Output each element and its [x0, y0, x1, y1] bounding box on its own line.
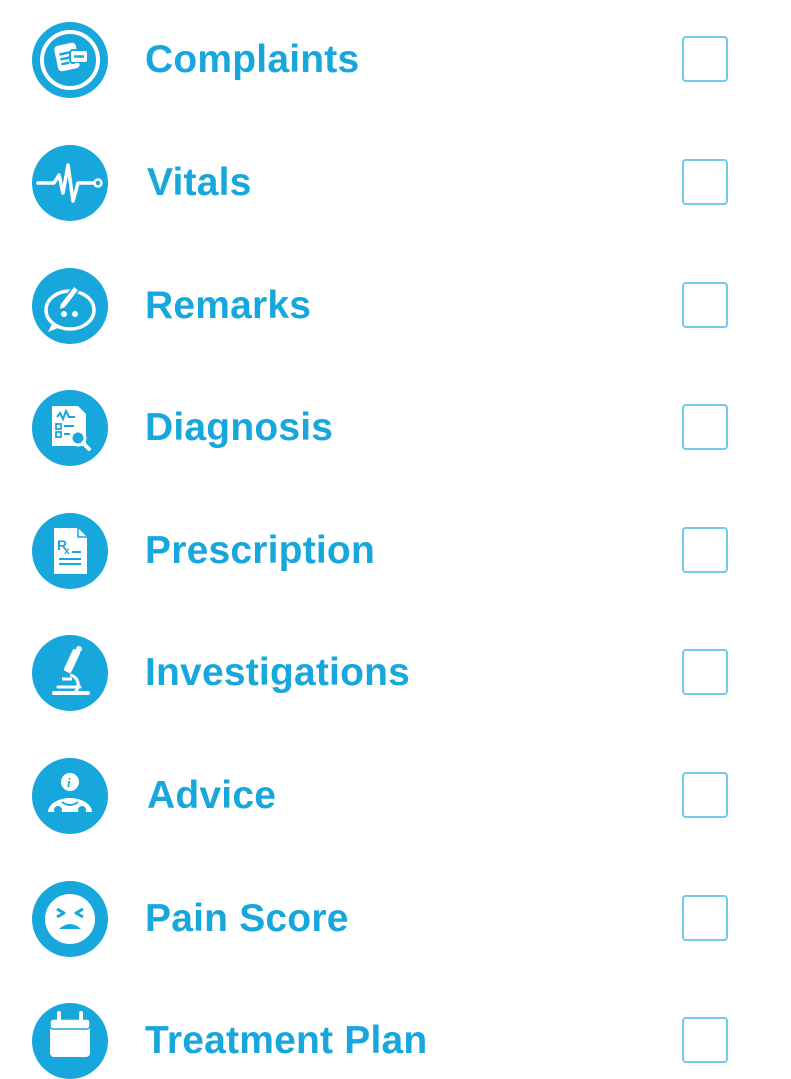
microscope-icon — [32, 635, 108, 711]
item-label: Prescription — [145, 529, 375, 572]
prescription-rx-icon: R x — [32, 513, 108, 589]
item-label: Investigations — [145, 651, 411, 694]
diagnosis-checkbox[interactable] — [682, 404, 728, 450]
item-label: Vitals — [147, 161, 252, 204]
item-label: Pain Score — [145, 897, 349, 940]
list-item-complaints[interactable]: Complaints — [0, 22, 791, 98]
advice-checkbox[interactable] — [682, 772, 728, 818]
vitals-checkbox[interactable] — [682, 159, 728, 205]
svg-text:i: i — [67, 775, 71, 790]
list-item-pain-score[interactable]: Pain Score — [0, 881, 791, 957]
svg-text:x: x — [64, 546, 70, 557]
pain-face-icon — [32, 881, 108, 957]
calendar-icon — [32, 1003, 108, 1079]
item-label: Complaints — [145, 38, 360, 81]
heartbeat-icon — [32, 145, 108, 221]
item-label: Advice — [147, 774, 277, 817]
prescription-checkbox[interactable] — [682, 527, 728, 573]
list-item-prescription[interactable]: R x Prescription — [0, 513, 791, 589]
treatment-plan-checkbox[interactable] — [682, 1017, 728, 1063]
item-label: Diagnosis — [145, 406, 334, 449]
list-item-remarks[interactable]: Remarks — [0, 268, 791, 344]
remarks-checkbox[interactable] — [682, 282, 728, 328]
item-label: Treatment Plan — [145, 1019, 428, 1062]
remarks-pen-bubble-icon — [32, 268, 108, 344]
investigations-checkbox[interactable] — [682, 649, 728, 695]
diagnosis-report-search-icon — [32, 390, 108, 466]
pain-score-checkbox[interactable] — [682, 895, 728, 941]
list-item-advice[interactable]: i Advice — [0, 758, 791, 834]
item-label: Remarks — [145, 284, 312, 327]
advice-info-icon: i — [32, 758, 108, 834]
list-item-treatment-plan[interactable]: Treatment Plan — [0, 1003, 791, 1079]
complaints-chat-icon — [32, 22, 108, 98]
list-item-vitals[interactable]: Vitals — [0, 145, 791, 221]
list-item-investigations[interactable]: Investigations — [0, 635, 791, 711]
list-item-diagnosis[interactable]: Diagnosis — [0, 390, 791, 466]
complaints-checkbox[interactable] — [682, 36, 728, 82]
